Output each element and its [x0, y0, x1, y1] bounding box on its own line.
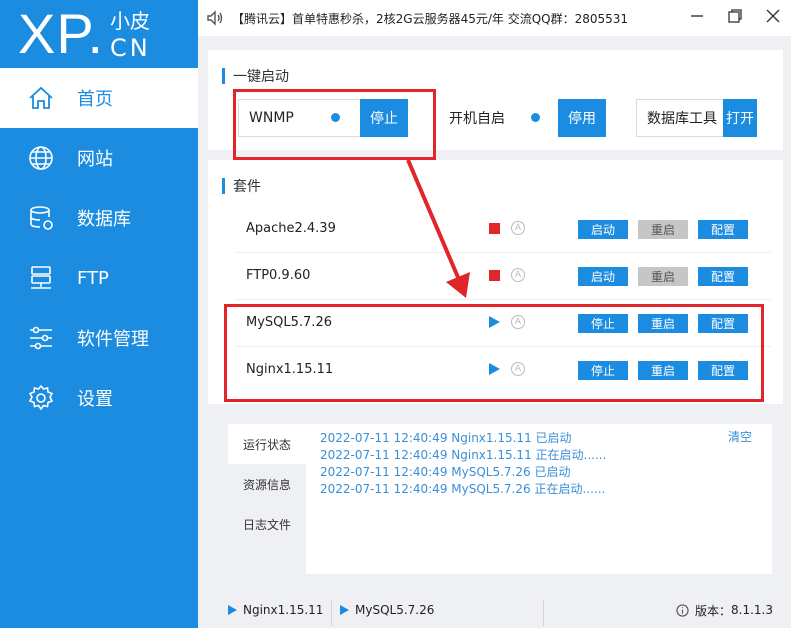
divider — [331, 600, 332, 626]
config-button[interactable]: 配置 — [698, 267, 748, 286]
sidebar-item-label: 设置 — [77, 389, 113, 410]
auto-icon[interactable]: A — [511, 362, 525, 376]
play-icon — [340, 605, 349, 615]
version-label: 版本： — [695, 603, 732, 618]
sidebar: XP. 小皮 CN 首页 网站 数据库 FTP 软件管理 设置 — [0, 0, 198, 628]
log-line: 2022-07-11 12:40:49 Nginx1.15.11 正在启动...… — [320, 448, 607, 462]
sidebar-item-settings[interactable]: 设置 — [0, 368, 198, 428]
log-line: 2022-07-11 12:40:49 MySQL5.7.26 已启动 — [320, 465, 571, 479]
table-row: FTP0.9.60 A 启动 重启 配置 — [236, 253, 771, 300]
sidebar-item-database[interactable]: 数据库 — [0, 188, 198, 248]
sidebar-item-home[interactable]: 首页 — [0, 68, 198, 128]
info-icon — [676, 603, 689, 617]
suite-name: Nginx1.15.11 — [246, 362, 334, 377]
logo-xp: XP. — [18, 2, 105, 65]
table-row: Nginx1.15.11 A 停止 重启 配置 — [236, 347, 771, 394]
status-bar: Nginx1.15.11 MySQL5.7.26 版本： 8.1.1.3 — [198, 592, 791, 628]
suite-name: FTP0.9.60 — [246, 268, 311, 283]
restart-button[interactable]: 重启 — [638, 314, 688, 333]
speaker-icon — [207, 10, 223, 26]
restart-button[interactable]: 重启 — [638, 361, 688, 380]
tab-log-files[interactable]: 日志文件 — [228, 504, 306, 544]
status-mysql: MySQL5.7.26 — [340, 603, 434, 617]
sidebar-item-website[interactable]: 网站 — [0, 128, 198, 188]
table-row: Apache2.4.39 A 启动 重启 配置 — [236, 206, 771, 253]
logo-small: 小皮 — [110, 9, 151, 33]
sidebar-item-label: 网站 — [77, 149, 113, 170]
sidebar-item-software[interactable]: 软件管理 — [0, 308, 198, 368]
sidebar-item-label: FTP — [77, 267, 109, 289]
ftp-server-icon — [31, 266, 51, 289]
log-line: 2022-07-11 12:40:49 Nginx1.15.11 已启动 — [320, 431, 572, 445]
minimize-icon[interactable] — [689, 8, 705, 24]
status-mysql-label: MySQL5.7.26 — [355, 603, 435, 617]
logo-cn: CN — [110, 34, 151, 62]
dbtool-open-button[interactable]: 打开 — [723, 99, 757, 137]
tab-resource-info[interactable]: 资源信息 — [228, 464, 306, 504]
tab-run-status[interactable]: 运行状态 — [228, 424, 306, 464]
stop-button[interactable]: 停止 — [578, 361, 628, 380]
auto-icon[interactable]: A — [511, 268, 525, 282]
database-icon — [30, 206, 53, 230]
status-nginx: Nginx1.15.11 — [228, 603, 323, 617]
sliders-icon — [30, 326, 52, 350]
auto-icon[interactable]: A — [511, 221, 525, 235]
restore-icon[interactable] — [727, 8, 743, 24]
suite-name: MySQL5.7.26 — [246, 315, 332, 330]
section-title: 套件 — [222, 176, 261, 196]
clear-button[interactable]: 清空 — [728, 428, 752, 445]
globe-icon — [29, 146, 53, 170]
wnmp-control: WNMP 停止 — [238, 99, 408, 137]
table-row: MySQL5.7.26 A 停止 重启 配置 — [236, 300, 771, 347]
play-icon — [228, 605, 237, 615]
sidebar-item-ftp[interactable]: FTP — [0, 248, 198, 308]
suite-name: Apache2.4.39 — [246, 221, 336, 236]
log-tabs: 运行状态 资源信息 日志文件 — [228, 424, 306, 544]
close-icon[interactable] — [765, 8, 781, 24]
section-title: 一键启动 — [222, 66, 289, 86]
config-button[interactable]: 配置 — [698, 220, 748, 239]
start-button[interactable]: 启动 — [578, 267, 628, 286]
gear-icon — [28, 384, 54, 411]
divider — [543, 600, 544, 626]
dbtool-label: 数据库工具 — [647, 111, 717, 127]
play-icon — [489, 316, 500, 328]
sidebar-item-label: 数据库 — [77, 209, 131, 230]
sidebar-item-label: 软件管理 — [77, 329, 149, 350]
version-value: 8.1.1.3 — [731, 603, 773, 617]
play-icon — [489, 363, 500, 375]
home-icon — [29, 86, 53, 109]
log-line: 2022-07-11 12:40:49 MySQL5.7.26 正在启动....… — [320, 482, 606, 496]
status-dot — [531, 113, 540, 122]
start-button[interactable]: 启动 — [578, 220, 628, 239]
autostart-disable-button[interactable]: 停用 — [558, 99, 606, 137]
promo-notice[interactable]: 【腾讯云】首单特惠秒杀，2核2G云服务器45元/年 交流QQ群：2805531 — [232, 10, 628, 27]
suites-panel: 套件 Apache2.4.39 A 启动 重启 配置 FTP0.9.60 A 启… — [208, 160, 783, 404]
stop-button[interactable]: 停止 — [578, 314, 628, 333]
stopped-icon — [489, 270, 500, 281]
sidebar-item-label: 首页 — [77, 89, 113, 110]
config-button[interactable]: 配置 — [698, 314, 748, 333]
quick-start-panel: 一键启动 WNMP 停止 开机自启 停用 数据库工具 打开 — [208, 50, 783, 150]
restart-button[interactable]: 重启 — [638, 220, 688, 239]
version-info: 版本： 8.1.1.3 — [676, 602, 773, 619]
restart-button[interactable]: 重启 — [638, 267, 688, 286]
status-nginx-label: Nginx1.15.11 — [243, 603, 324, 617]
auto-icon[interactable]: A — [511, 315, 525, 329]
app-window: XP. 小皮 CN 首页 网站 数据库 FTP 软件管理 设置 【腾讯云】首单特… — [0, 0, 791, 628]
dbtool-control: 数据库工具 打开 — [636, 99, 757, 137]
topbar: 【腾讯云】首单特惠秒杀，2核2G云服务器45元/年 交流QQ群：2805531 — [198, 0, 791, 36]
wnmp-stop-button[interactable]: 停止 — [360, 99, 408, 137]
wnmp-label: WNMP — [249, 110, 294, 126]
autostart-control: 开机自启 停用 — [438, 99, 606, 137]
stopped-icon — [489, 223, 500, 234]
log-panel: 运行状态 资源信息 日志文件 清空 2022-07-11 12:40:49 Ng… — [208, 406, 783, 578]
logo: XP. 小皮 CN — [18, 4, 151, 64]
status-dot — [331, 113, 340, 122]
sidebar-nav: 首页 网站 数据库 FTP 软件管理 设置 — [0, 68, 198, 428]
config-button[interactable]: 配置 — [698, 361, 748, 380]
log-area: 清空 2022-07-11 12:40:49 Nginx1.15.11 已启动 … — [306, 424, 772, 574]
autostart-label: 开机自启 — [449, 111, 505, 127]
